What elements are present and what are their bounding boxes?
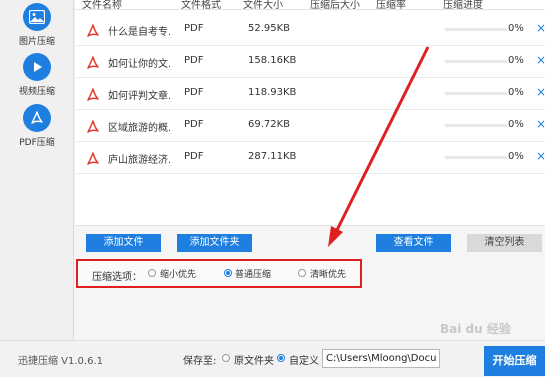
file-name: 什么是自考专... [108, 27, 170, 38]
file-table: 文件名称 文件格式 文件大小 压缩后大小 压缩率 压缩进度 什么是自考专... … [75, 0, 545, 226]
remove-row-close-icon[interactable]: × [536, 149, 545, 163]
nav-label: PDF压缩 [19, 138, 55, 148]
file-format: PDF [184, 55, 204, 66]
nav-video-compress[interactable]: 视频压缩 [0, 53, 74, 97]
sidebar: 图片压缩 视频压缩 PDF压缩 [0, 0, 74, 340]
file-format: PDF [184, 151, 204, 162]
file-name: 如何评判文章... [108, 91, 170, 102]
image-icon [23, 3, 51, 31]
table-row: 如何让你的文... PDF 158.16KB 0% × [75, 46, 545, 78]
progress-bar [445, 60, 507, 63]
add-file-button[interactable]: 添加文件 [86, 234, 161, 252]
file-format: PDF [184, 87, 204, 98]
main-panel: 文件名称 文件格式 文件大小 压缩后大小 压缩率 压缩进度 什么是自考专... … [75, 0, 545, 340]
custom-folder-label: 自定义 [289, 356, 319, 367]
file-size: 52.95KB [248, 23, 291, 34]
file-name: 庐山旅游经济... [108, 155, 170, 166]
progress-percent: 0% [508, 151, 524, 162]
remove-row-close-icon[interactable]: × [536, 21, 545, 35]
pdf-file-icon [87, 120, 99, 133]
file-size: 287.11KB [248, 151, 297, 162]
table-row: 如何评判文章... PDF 118.93KB 0% × [75, 78, 545, 110]
progress-bar [445, 156, 507, 159]
col-progress: 压缩进度 [443, 0, 483, 11]
table-header: 文件名称 文件格式 文件大小 压缩后大小 压缩率 压缩进度 [75, 0, 545, 11]
progress-percent: 0% [508, 55, 524, 66]
file-format: PDF [184, 119, 204, 130]
remove-row-close-icon[interactable]: × [536, 85, 545, 99]
view-files-button[interactable]: 查看文件 [376, 234, 451, 252]
remove-row-close-icon[interactable]: × [536, 53, 545, 67]
file-name: 如何让你的文... [108, 59, 170, 70]
table-row: 什么是自考专... PDF 52.95KB 0% × [75, 14, 545, 46]
col-filename: 文件名称 [82, 0, 122, 11]
compress-options-title: 压缩选项： [92, 272, 142, 283]
play-icon [23, 53, 51, 81]
clear-list-button[interactable]: 清空列表 [467, 234, 542, 252]
table-row: 庐山旅游经济... PDF 287.11KB 0% × [75, 142, 545, 174]
progress-percent: 0% [508, 119, 524, 130]
col-compressed-size: 压缩后大小 [310, 0, 360, 11]
footer-bar: 迅捷压缩 V1.0.6.1 保存至: 原文件夹 自定义 开始压缩 [0, 340, 545, 377]
pdf-file-icon [87, 152, 99, 165]
original-folder-label: 原文件夹 [234, 356, 274, 367]
save-to-label: 保存至: [183, 356, 217, 367]
file-size: 158.16KB [248, 55, 297, 66]
option-label: 缩小优先 [160, 270, 197, 280]
radio-custom-folder[interactable] [277, 354, 285, 362]
progress-bar [445, 28, 507, 31]
col-size: 文件大小 [243, 0, 283, 11]
file-format: PDF [184, 23, 204, 34]
col-ratio: 压缩率 [376, 0, 406, 11]
file-size: 69.72KB [248, 119, 291, 130]
nav-label: 视频压缩 [18, 87, 55, 97]
progress-percent: 0% [508, 87, 524, 98]
pdf-icon [23, 104, 51, 132]
compress-options-panel: 压缩选项： 缩小优先 普通压缩 清晰优先 [76, 259, 362, 288]
start-compress-button[interactable]: 开始压缩 [484, 346, 545, 376]
progress-bar [445, 124, 507, 127]
radio-clarity-first[interactable] [298, 269, 306, 277]
pdf-file-icon [87, 24, 99, 37]
radio-normal-compress[interactable] [224, 269, 232, 277]
add-folder-button[interactable]: 添加文件夹 [177, 234, 252, 252]
app-version: 迅捷压缩 V1.0.6.1 [18, 356, 104, 367]
watermark: Bai du 经验 [440, 322, 511, 336]
table-row: 区域旅游的概... PDF 69.72KB 0% × [75, 110, 545, 142]
save-path-input[interactable] [322, 349, 440, 368]
pdf-file-icon [87, 56, 99, 69]
nav-label: 图片压缩 [18, 37, 55, 47]
col-format: 文件格式 [181, 0, 221, 11]
option-label: 清晰优先 [310, 270, 347, 280]
pdf-file-icon [87, 88, 99, 101]
progress-bar [445, 92, 507, 95]
radio-smaller-first[interactable] [148, 269, 156, 277]
nav-image-compress[interactable]: 图片压缩 [0, 3, 74, 47]
file-size: 118.93KB [248, 87, 297, 98]
remove-row-close-icon[interactable]: × [536, 117, 545, 131]
nav-pdf-compress[interactable]: PDF压缩 [0, 104, 74, 148]
option-label: 普通压缩 [235, 270, 272, 280]
radio-original-folder[interactable] [222, 354, 230, 362]
progress-percent: 0% [508, 23, 524, 34]
file-name: 区域旅游的概... [108, 123, 170, 134]
